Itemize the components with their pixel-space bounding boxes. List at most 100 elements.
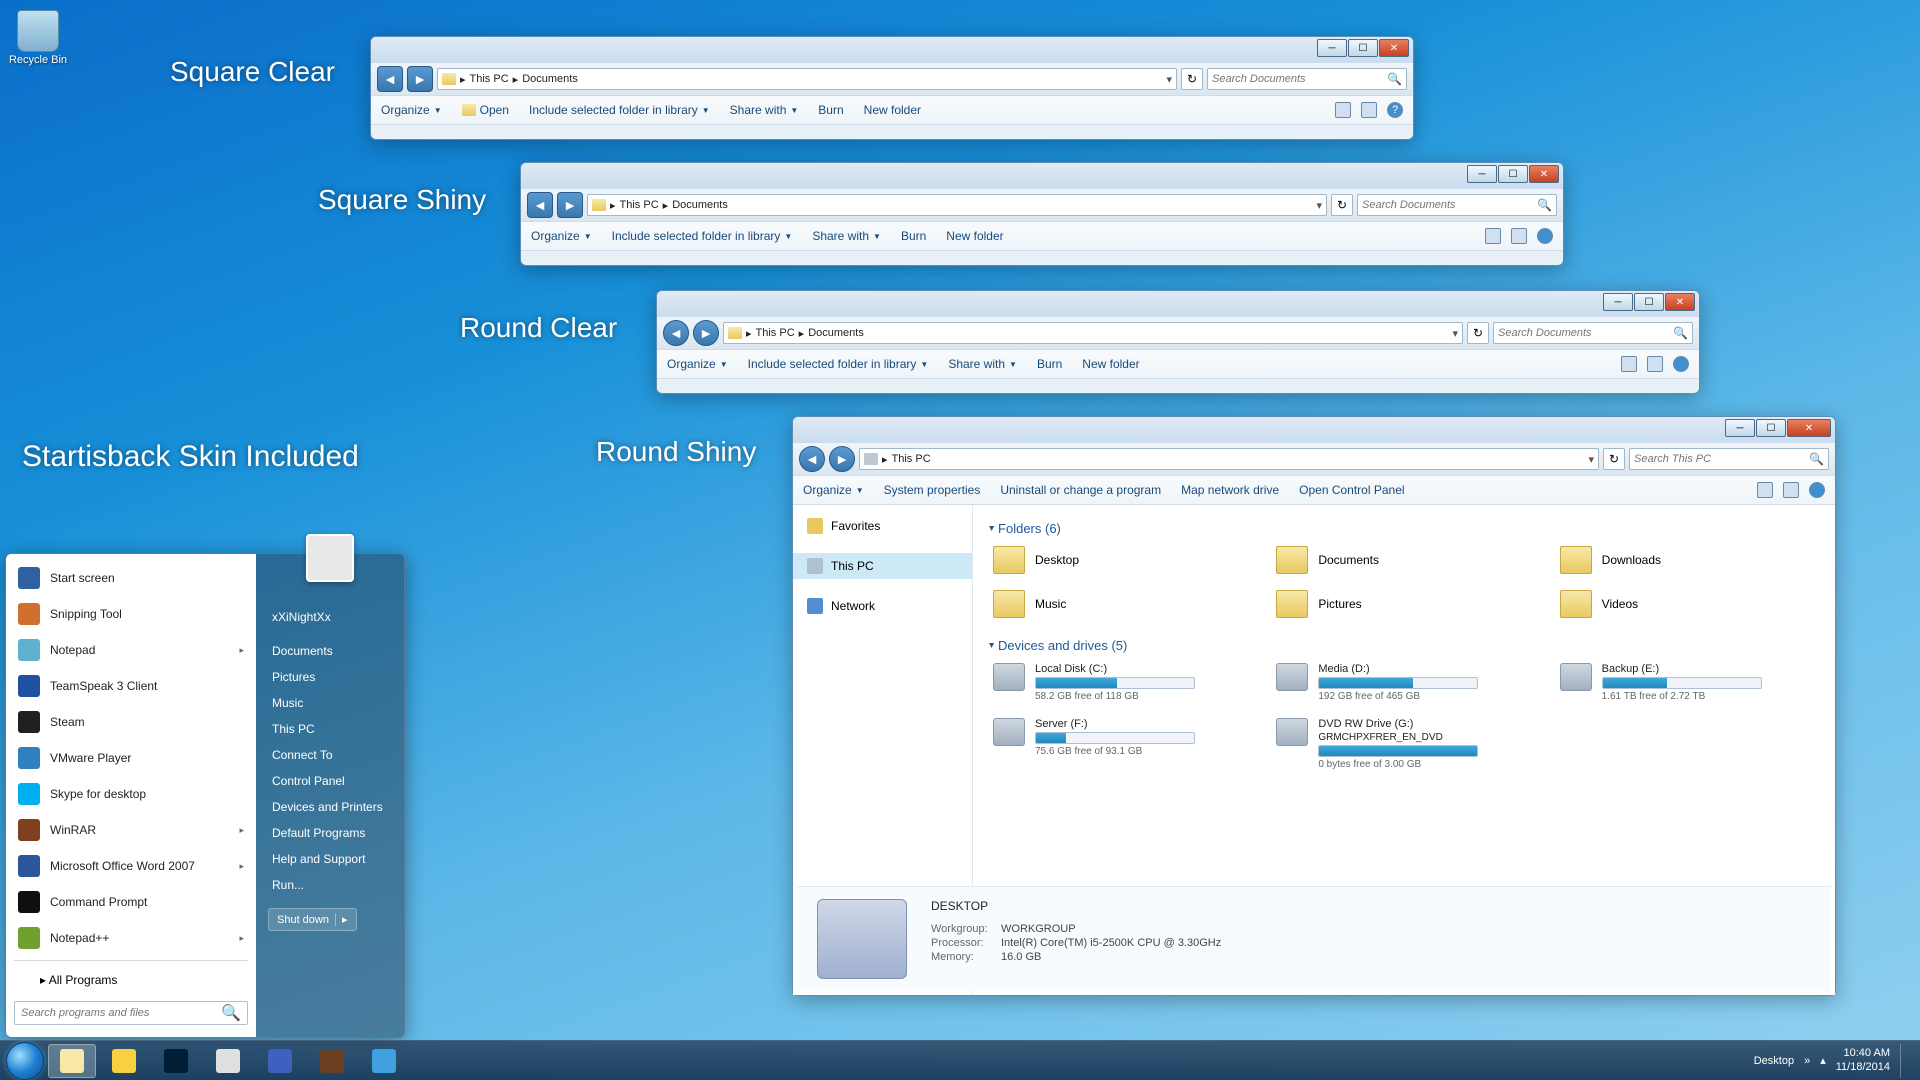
titlebar[interactable]: ─ ☐ ✕ xyxy=(793,417,1835,443)
start-place-item[interactable]: Devices and Printers xyxy=(268,794,392,820)
folders-header[interactable]: Folders (6) xyxy=(989,521,1819,536)
user-avatar[interactable] xyxy=(306,534,354,582)
start-place-item[interactable]: Music xyxy=(268,690,392,716)
taskbar-app[interactable] xyxy=(152,1044,200,1078)
maximize-button[interactable]: ☐ xyxy=(1756,419,1786,437)
taskbar-app[interactable] xyxy=(100,1044,148,1078)
folder-item[interactable]: Music xyxy=(989,586,1252,622)
address-bar[interactable]: ▸This PC▸Documents▾ xyxy=(437,68,1177,90)
back-button[interactable]: ◄ xyxy=(377,66,403,92)
drive-item[interactable]: Server (F:) 75.6 GB free of 93.1 GB xyxy=(989,714,1252,774)
search-box[interactable]: 🔍 xyxy=(1629,448,1829,470)
start-app-item[interactable]: WinRAR ▸ xyxy=(6,812,256,848)
start-place-item[interactable]: Control Panel xyxy=(268,768,392,794)
start-app-item[interactable]: Notepad ▸ xyxy=(6,632,256,668)
help-icon[interactable]: ? xyxy=(1387,102,1403,118)
breadcrumb-this-pc[interactable]: This PC xyxy=(470,73,509,85)
share-menu[interactable]: Share with▼ xyxy=(948,357,1017,371)
search-box[interactable]: 🔍 xyxy=(1493,322,1693,344)
organize-menu[interactable]: Organize▼ xyxy=(803,483,864,497)
folder-item[interactable]: Desktop xyxy=(989,542,1252,578)
start-place-item[interactable]: Pictures xyxy=(268,664,392,690)
start-place-item[interactable]: Default Programs xyxy=(268,820,392,846)
drives-header[interactable]: Devices and drives (5) xyxy=(989,638,1819,653)
sidebar-favorites[interactable]: Favorites xyxy=(793,513,972,539)
start-place-item[interactable]: This PC xyxy=(268,716,392,742)
address-bar[interactable]: ▸This PC▸Documents▾ xyxy=(723,322,1463,344)
back-button[interactable]: ◄ xyxy=(799,446,825,472)
include-menu[interactable]: Include selected folder in library▼ xyxy=(529,103,710,117)
start-app-item[interactable]: Start screen xyxy=(6,560,256,596)
show-desktop-button[interactable] xyxy=(1900,1044,1908,1078)
burn-button[interactable]: Burn xyxy=(818,103,843,117)
shutdown-arrow-icon[interactable]: ▸ xyxy=(335,913,348,926)
forward-button[interactable]: ► xyxy=(557,192,583,218)
start-search-input[interactable] xyxy=(21,1007,221,1019)
start-app-item[interactable]: Skype for desktop xyxy=(6,776,256,812)
breadcrumb-documents[interactable]: Documents xyxy=(522,73,578,85)
map-network-drive[interactable]: Map network drive xyxy=(1181,483,1279,497)
minimize-button[interactable]: ─ xyxy=(1467,165,1497,183)
titlebar[interactable]: ─ ☐ ✕ xyxy=(657,291,1699,317)
view-icon[interactable] xyxy=(1757,482,1773,498)
maximize-button[interactable]: ☐ xyxy=(1498,165,1528,183)
folder-item[interactable]: Downloads xyxy=(1556,542,1819,578)
taskbar-app[interactable] xyxy=(360,1044,408,1078)
folder-item[interactable]: Pictures xyxy=(1272,586,1535,622)
uninstall-program[interactable]: Uninstall or change a program xyxy=(1000,483,1161,497)
start-app-item[interactable]: Microsoft Office Word 2007 ▸ xyxy=(6,848,256,884)
share-menu[interactable]: Share with▼ xyxy=(812,229,881,243)
taskbar-app[interactable] xyxy=(256,1044,304,1078)
start-username[interactable]: xXiNightXx xyxy=(268,604,392,630)
forward-button[interactable]: ► xyxy=(407,66,433,92)
search-input[interactable] xyxy=(1212,73,1387,85)
drive-item[interactable]: Local Disk (C:) 58.2 GB free of 118 GB xyxy=(989,659,1252,706)
start-app-item[interactable]: TeamSpeak 3 Client xyxy=(6,668,256,704)
refresh-button[interactable]: ↻ xyxy=(1603,448,1625,470)
sidebar-network[interactable]: Network xyxy=(793,593,972,619)
drive-item[interactable]: DVD RW Drive (G:) GRMCHPXFRER_EN_DVD 0 b… xyxy=(1272,714,1535,774)
maximize-button[interactable]: ☐ xyxy=(1348,39,1378,57)
start-app-item[interactable]: Snipping Tool xyxy=(6,596,256,632)
organize-menu[interactable]: Organize▼ xyxy=(381,103,442,117)
minimize-button[interactable]: ─ xyxy=(1725,419,1755,437)
view-icon[interactable] xyxy=(1621,356,1637,372)
shutdown-button[interactable]: Shut down▸ xyxy=(268,908,357,931)
search-box[interactable]: 🔍 xyxy=(1207,68,1407,90)
tray-desktop-toolbar[interactable]: Desktop xyxy=(1754,1055,1794,1067)
new-folder-button[interactable]: New folder xyxy=(946,229,1003,243)
refresh-button[interactable]: ↻ xyxy=(1181,68,1203,90)
back-button[interactable]: ◄ xyxy=(527,192,553,218)
taskbar-app[interactable] xyxy=(48,1044,96,1078)
tray-expand-icon[interactable]: » xyxy=(1804,1055,1810,1067)
recycle-bin[interactable]: Recycle Bin xyxy=(8,10,68,66)
titlebar[interactable]: ─ ☐ ✕ xyxy=(521,163,1563,189)
preview-pane-icon[interactable] xyxy=(1783,482,1799,498)
start-place-item[interactable]: Documents xyxy=(268,638,392,664)
view-icon[interactable] xyxy=(1485,228,1501,244)
address-bar[interactable]: ▸This PC▸Documents▾ xyxy=(587,194,1327,216)
titlebar[interactable]: ─ ☐ ✕ xyxy=(371,37,1413,63)
search-box[interactable]: 🔍 xyxy=(1357,194,1557,216)
close-button[interactable]: ✕ xyxy=(1665,293,1695,311)
organize-menu[interactable]: Organize▼ xyxy=(667,357,728,371)
start-place-item[interactable]: Run... xyxy=(268,872,392,898)
help-icon[interactable] xyxy=(1809,482,1825,498)
folder-item[interactable]: Documents xyxy=(1272,542,1535,578)
taskbar-app[interactable] xyxy=(204,1044,252,1078)
burn-button[interactable]: Burn xyxy=(901,229,926,243)
view-icon[interactable] xyxy=(1335,102,1351,118)
refresh-button[interactable]: ↻ xyxy=(1467,322,1489,344)
new-folder-button[interactable]: New folder xyxy=(864,103,921,117)
start-app-item[interactable]: VMware Player xyxy=(6,740,256,776)
include-menu[interactable]: Include selected folder in library▼ xyxy=(612,229,793,243)
close-button[interactable]: ✕ xyxy=(1787,419,1831,437)
help-icon[interactable] xyxy=(1537,228,1553,244)
share-menu[interactable]: Share with▼ xyxy=(730,103,799,117)
open-control-panel[interactable]: Open Control Panel xyxy=(1299,483,1404,497)
start-app-item[interactable]: Steam xyxy=(6,704,256,740)
search-input[interactable] xyxy=(1634,453,1809,465)
help-icon[interactable] xyxy=(1673,356,1689,372)
organize-menu[interactable]: Organize▼ xyxy=(531,229,592,243)
back-button[interactable]: ◄ xyxy=(663,320,689,346)
